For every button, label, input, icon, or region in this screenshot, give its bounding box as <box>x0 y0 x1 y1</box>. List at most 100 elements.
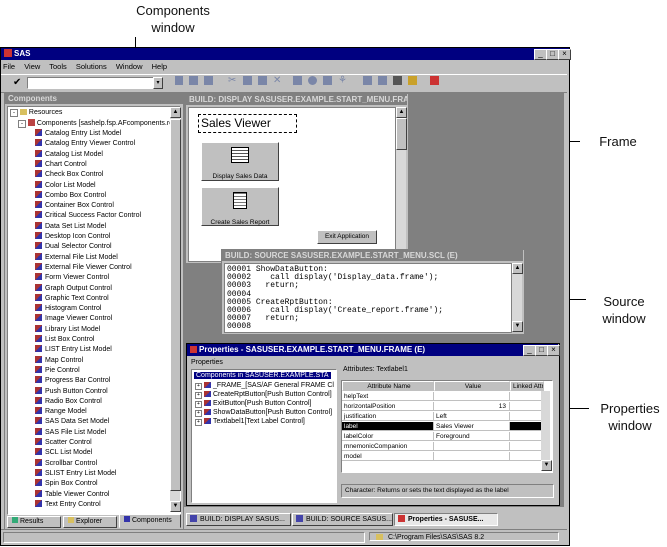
attribute-value-cell[interactable]: Sales Viewer <box>434 422 510 431</box>
menu-solutions[interactable]: Solutions <box>76 62 107 71</box>
attribute-name-cell[interactable]: horizontalPosition <box>342 402 434 411</box>
list-item[interactable]: Check Box Control <box>35 170 103 180</box>
list-item[interactable]: Scatter Control <box>35 438 92 448</box>
grid-icon[interactable] <box>323 76 332 85</box>
list-item[interactable]: Data Set List Model <box>35 221 106 232</box>
attribute-value-cell[interactable]: Foreground <box>434 432 510 441</box>
list-item[interactable]: Critical Success Factor Control <box>35 211 141 221</box>
list-item[interactable]: Histogram Control <box>35 304 101 314</box>
minus-icon[interactable]: - <box>18 120 26 128</box>
tree-root-resources[interactable]: - Resources <box>10 109 62 117</box>
attribute-linked-cell[interactable] <box>510 432 544 441</box>
list-item[interactable]: Progress Bar Control <box>35 376 110 386</box>
close-button[interactable]: × <box>558 49 571 60</box>
menu-view[interactable]: View <box>24 62 40 71</box>
menu-file[interactable]: File <box>3 62 15 71</box>
column-header-value[interactable]: Value <box>434 381 510 391</box>
paste-icon[interactable] <box>258 76 267 85</box>
frame-scroll-thumb[interactable] <box>396 118 407 150</box>
list-item[interactable]: Chart Control <box>35 159 87 170</box>
minus-icon[interactable]: - <box>10 109 18 117</box>
list-item[interactable]: Text Entry Control <box>35 499 101 510</box>
run-icon[interactable]: ⚘ <box>338 75 347 86</box>
list-item[interactable]: Pie Control <box>35 365 80 376</box>
properties-tree-item[interactable]: + _FRAME_[SAS/AF General FRAME Cl <box>195 382 334 390</box>
attribute-linked-cell[interactable] <box>510 392 544 401</box>
attributes-scroll-down[interactable]: ▼ <box>541 460 552 471</box>
list-item[interactable]: Desktop Icon Control <box>35 232 110 242</box>
check-icon[interactable]: ✔ <box>13 77 21 88</box>
frame-icon[interactable] <box>393 76 402 85</box>
list-item[interactable]: Image Viewer Control <box>35 314 112 324</box>
list-item[interactable]: List Box Control <box>35 335 94 345</box>
menu-tools[interactable]: Tools <box>49 62 67 71</box>
attribute-value-cell[interactable] <box>434 452 510 461</box>
column-header-attribute-name[interactable]: Attribute Name <box>342 381 434 391</box>
scroll-up-arrow[interactable]: ▲ <box>170 107 181 118</box>
list-item[interactable]: Map Control <box>35 355 83 366</box>
attribute-linked-cell[interactable] <box>510 402 544 411</box>
plus-icon[interactable]: + <box>195 419 202 426</box>
properties-tree-item[interactable]: + CreateRptButton[Push Button Control] <box>195 391 332 399</box>
list-item[interactable]: Scrollbar Control <box>35 458 97 469</box>
attribute-name-cell[interactable]: labelColor <box>342 432 434 441</box>
plus-icon[interactable]: + <box>195 410 202 417</box>
list-item[interactable]: SCL List Model <box>35 448 92 458</box>
open-icon[interactable] <box>189 76 198 85</box>
build-icon[interactable] <box>363 76 372 85</box>
source-line[interactable]: 00008 <box>227 323 256 331</box>
list-item[interactable]: Graphic Text Control <box>35 293 109 304</box>
properties-tree-item[interactable]: + ShowDataButton[Push Button Control] <box>195 409 332 417</box>
attribute-name-cell[interactable]: helpText <box>342 392 434 401</box>
scroll-down-arrow[interactable]: ▼ <box>170 501 181 512</box>
list-item[interactable]: Catalog Entry List Model <box>35 129 121 139</box>
properties-tree-item[interactable]: + ExitButton[Push Button Control] <box>195 400 311 408</box>
list-item[interactable]: Library List Model <box>35 324 100 335</box>
delete-icon[interactable]: ✕ <box>273 75 281 86</box>
list-item[interactable]: SAS File List Model <box>35 427 106 438</box>
attribute-linked-cell[interactable] <box>510 442 544 451</box>
source-scroll-down[interactable]: ▼ <box>512 321 523 332</box>
task-build-source[interactable]: BUILD: SOURCE SASUS... <box>292 513 393 526</box>
list-item[interactable]: External File Viewer Control <box>35 262 132 273</box>
list-item[interactable]: Combo Box Control <box>35 190 106 201</box>
new-icon[interactable] <box>175 76 183 85</box>
menu-help[interactable]: Help <box>152 62 167 71</box>
list-item[interactable]: SLIST Entry List Model <box>35 468 116 479</box>
command-dropdown[interactable]: ▾ <box>153 77 163 89</box>
tree-resource-components[interactable]: - Components [sashelp.fsp.AFcomponents.r… <box>18 119 180 128</box>
list-item[interactable]: Dual Selector Control <box>35 242 112 252</box>
list-item[interactable]: SAS Data Set Model <box>35 417 109 427</box>
properties-icon[interactable] <box>293 76 302 85</box>
properties-tree-item[interactable]: + Textlabel1[Text Label Control] <box>195 418 305 426</box>
menu-window[interactable]: Window <box>116 62 143 71</box>
plus-icon[interactable]: + <box>195 392 202 399</box>
book-icon[interactable] <box>408 76 417 85</box>
list-item[interactable]: Graph Output Control <box>35 283 112 294</box>
list-item[interactable]: LIST Entry List Model <box>35 345 112 355</box>
plus-icon[interactable]: + <box>195 383 202 390</box>
exit-application-button[interactable]: Exit Application <box>317 230 377 244</box>
list-item[interactable]: Push Button Control <box>35 386 108 397</box>
attribute-value-cell[interactable]: Left <box>434 412 510 421</box>
attribute-name-cell[interactable]: mnemonicCompanion <box>342 442 434 451</box>
help-icon[interactable] <box>430 76 439 85</box>
list-item[interactable]: Range Model <box>35 407 87 417</box>
list-item[interactable]: Container Box Control <box>35 201 114 211</box>
list-item[interactable]: Catalog Entry Viewer Control <box>35 139 135 149</box>
source-icon[interactable] <box>378 76 387 85</box>
source-scroll-up[interactable]: ▲ <box>512 263 523 274</box>
plus-icon[interactable]: + <box>195 401 202 408</box>
list-item[interactable]: Radio Box Control <box>35 396 102 407</box>
cut-icon[interactable]: ✂ <box>228 75 236 86</box>
list-item[interactable]: Color List Model <box>35 180 96 191</box>
scroll-thumb[interactable] <box>170 119 181 491</box>
attribute-linked-cell[interactable] <box>510 412 544 421</box>
display-sales-data-button[interactable]: Display Sales Data <box>201 142 279 181</box>
tab-components[interactable]: Components <box>119 514 181 528</box>
task-build-display[interactable]: BUILD: DISPLAY SASUS... <box>186 513 291 526</box>
frame-title-label[interactable]: Sales Viewer <box>198 114 297 133</box>
task-properties[interactable]: Properties - SASUSE... <box>394 513 498 526</box>
properties-close-button[interactable]: × <box>547 345 560 356</box>
attribute-value-cell[interactable]: 13 <box>434 402 510 411</box>
